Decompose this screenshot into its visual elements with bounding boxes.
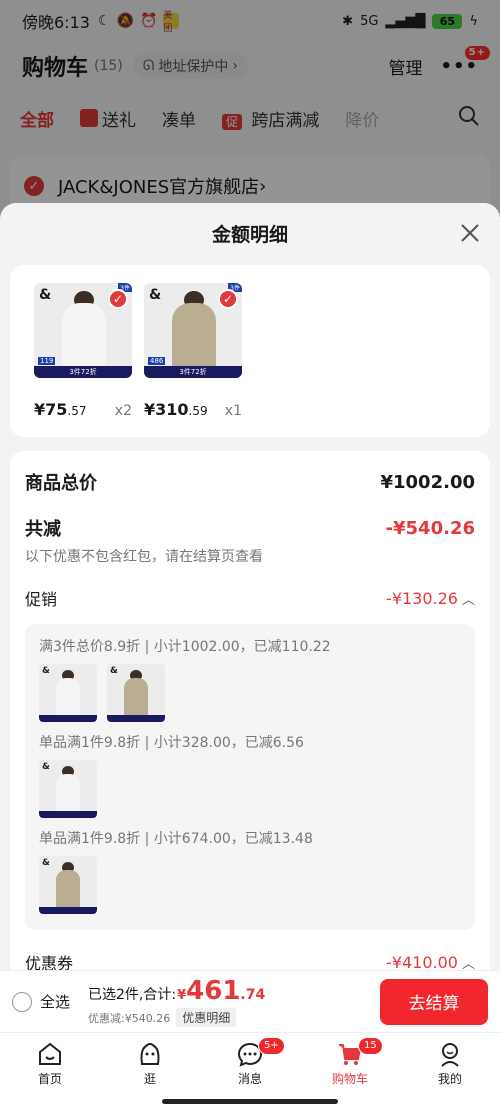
product-thumbnail: & 3件 119 3件72折 ✓ <box>34 283 132 378</box>
select-all-label[interactable]: 全选 <box>40 991 70 1012</box>
checkout-button[interactable]: 去结算 <box>380 978 488 1025</box>
tab-mine[interactable]: 我的 <box>400 1033 500 1094</box>
brand-logo-icon: & <box>149 287 162 303</box>
chevron-up-icon[interactable]: ︿ <box>462 589 475 608</box>
promo-thumbs: & <box>39 760 461 818</box>
reduce-note: 以下优惠不包含红包，请在结算页查看 <box>25 549 263 565</box>
total-value: ¥1002.00 <box>380 471 475 493</box>
tab-home-label: 首页 <box>37 1072 62 1086</box>
sheet-title: 金额明细 <box>211 223 288 246</box>
tab-messages-label: 消息 <box>237 1072 262 1086</box>
selected-prefix: 已选2件,合计: <box>88 987 177 1003</box>
promo-value: -¥130.26 <box>386 588 458 608</box>
home-icon <box>39 1042 61 1065</box>
coupon-row[interactable]: 优惠券 -¥410.00 ︿ <box>25 950 475 971</box>
product-figure <box>172 303 216 375</box>
amount-detail-sheet: 金额明细 & 3件 119 3件72折 ✓ ¥75.57 x2 & 3件 486… <box>0 203 500 970</box>
home-indicator[interactable] <box>162 1099 338 1104</box>
browse-icon <box>140 1043 160 1065</box>
product-qty: x2 <box>114 403 132 419</box>
chevron-up-icon[interactable]: ︿ <box>462 953 475 971</box>
brand-logo-icon: & <box>39 287 52 303</box>
product-item[interactable]: & 3件 119 3件72折 ✓ ¥75.57 x2 <box>34 283 132 437</box>
promo-line: 满3件总价8.9折 | 小计1002.00，已减110.22 <box>39 639 331 655</box>
mini-product-thumbnail: & <box>39 760 97 818</box>
tab-cart[interactable]: 购物车 15 <box>300 1033 400 1094</box>
products-card: & 3件 119 3件72折 ✓ ¥75.57 x2 & 3件 486 3件72… <box>10 265 490 437</box>
checkout-total: ¥461.74 <box>177 976 266 1006</box>
coupon-label: 优惠券 <box>25 954 74 970</box>
amount-detail-card: 商品总价 ¥1002.00 共减 -¥540.26 以下优惠不包含红包，请在结算… <box>10 451 490 970</box>
promo-line: 单品满1件9.8折 | 小计674.00，已减13.48 <box>39 831 313 847</box>
tab-mine-label: 我的 <box>437 1072 462 1086</box>
thumb-price-tag: 119 <box>38 357 56 365</box>
tab-browse-label: 逛 <box>143 1072 156 1086</box>
selected-check-icon: ✓ <box>218 289 238 309</box>
product-meta: ¥75.57 x2 <box>34 400 132 419</box>
thumb-promo-strip: 3件72折 <box>34 366 132 378</box>
promo-label: 促销 <box>25 590 58 609</box>
checkout-totals: 已选2件,合计: ¥461.74 优惠减:¥540.26 优惠明细 <box>88 976 265 1027</box>
coupon-value: -¥410.00 <box>386 952 458 971</box>
mini-product-thumbnail: & <box>107 664 165 722</box>
tab-cart-label: 购物车 <box>331 1072 368 1086</box>
bottom-tab-bar: 首页 逛 消息 5+ 购物车 15 我的 <box>0 1032 500 1094</box>
mini-product-thumbnail: & <box>39 856 97 914</box>
select-all-radio[interactable] <box>12 991 32 1012</box>
total-row: 商品总价 ¥1002.00 <box>25 469 475 495</box>
product-price: ¥75.57 <box>34 400 87 419</box>
discount-line: 优惠减:¥540.26 优惠明细 <box>88 1008 265 1027</box>
promo-line: 单品满1件9.8折 | 小计328.00，已减6.56 <box>39 735 304 751</box>
total-label: 商品总价 <box>25 473 97 494</box>
reduce-label: 共减 <box>25 519 61 540</box>
product-item[interactable]: & 3件 486 3件72折 ✓ ¥310.59 x1 <box>144 283 242 437</box>
promo-thumbs: & <box>39 856 461 914</box>
cart-badge: 15 <box>358 1037 383 1055</box>
close-icon[interactable] <box>460 223 480 243</box>
tab-browse[interactable]: 逛 <box>100 1033 200 1094</box>
promo-thumbs: & & <box>39 664 461 722</box>
checkout-bar: 全选 已选2件,合计: ¥461.74 优惠减:¥540.26 优惠明细 去结算 <box>0 970 500 1032</box>
reduce-value: -¥540.26 <box>385 517 475 539</box>
total-line: 已选2件,合计: ¥461.74 <box>88 976 265 1006</box>
messages-badge: 5+ <box>258 1037 285 1055</box>
reduce-row: 共减 -¥540.26 <box>25 515 475 541</box>
profile-icon <box>441 1043 459 1067</box>
product-thumbnail: & 3件 486 3件72折 ✓ <box>144 283 242 378</box>
product-price: ¥310.59 <box>144 400 208 419</box>
product-qty: x1 <box>224 403 242 419</box>
mini-product-thumbnail: & <box>39 664 97 722</box>
discount-detail-button[interactable]: 优惠明细 <box>176 1008 237 1027</box>
promo-row[interactable]: 促销 -¥130.26 ︿ <box>25 586 475 610</box>
discount-text: 优惠减:¥540.26 <box>88 1011 171 1025</box>
product-meta: ¥310.59 x1 <box>144 400 242 419</box>
tab-messages[interactable]: 消息 5+ <box>200 1033 300 1094</box>
promo-detail-box: 满3件总价8.9折 | 小计1002.00，已减110.22 & & 单品满1件… <box>25 624 475 930</box>
thumb-promo-strip: 3件72折 <box>144 366 242 378</box>
thumb-price-tag: 486 <box>148 357 166 365</box>
product-figure <box>62 303 106 375</box>
selected-check-icon: ✓ <box>108 289 128 309</box>
tab-home[interactable]: 首页 <box>0 1033 100 1094</box>
sheet-header: 金额明细 <box>0 203 500 263</box>
